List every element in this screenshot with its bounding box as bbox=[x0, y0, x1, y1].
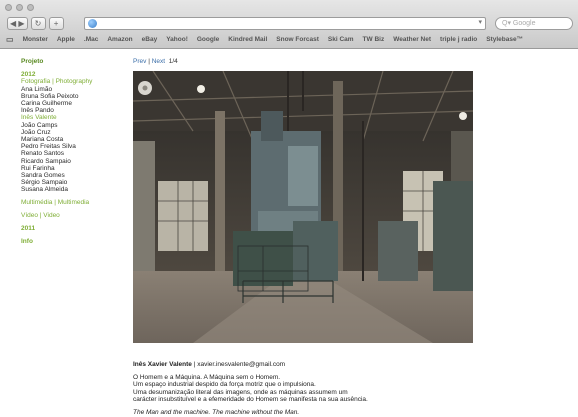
bookmark-link[interactable]: Monster bbox=[23, 36, 48, 43]
sidebar-student-link[interactable]: Carina Guilherme bbox=[21, 100, 131, 107]
bookmark-link[interactable]: triple j radio bbox=[440, 36, 477, 43]
globe-icon bbox=[88, 19, 97, 28]
back-button[interactable]: ◀ ▶ bbox=[7, 17, 28, 30]
sidebar-student-link[interactable]: João Camps bbox=[21, 122, 131, 129]
description-line: O Homem e a Máquina. A Máquina sem o Hom… bbox=[133, 373, 281, 381]
reload-button[interactable]: ↻ bbox=[30, 17, 46, 30]
close-window-button[interactable] bbox=[5, 4, 12, 11]
bookmark-link[interactable]: Amazon bbox=[107, 36, 132, 43]
sidebar-student-link[interactable]: Sandra Gomes bbox=[21, 172, 131, 179]
sidebar-info-link[interactable]: Info bbox=[21, 238, 131, 245]
address-dropdown-icon[interactable]: ▾ bbox=[478, 18, 482, 26]
zoom-window-button[interactable] bbox=[27, 4, 34, 11]
sidebar: Projeto 2012 Fotografia | Photography An… bbox=[21, 58, 131, 245]
sidebar-year-2011[interactable]: 2011 bbox=[21, 225, 131, 232]
author-name: Inês Xavier Valente bbox=[133, 361, 192, 368]
description-line: Uma desumanização literal das imagens, o… bbox=[133, 388, 348, 396]
sidebar-student-link[interactable]: Susana Almeida bbox=[21, 186, 131, 193]
bookmarks-bar: ▭ Monster Apple .Mac Amazon eBay Yahoo! Google… bbox=[6, 35, 523, 44]
sidebar-student-link[interactable]: Inês Valente bbox=[21, 114, 131, 121]
sidebar-category-photography[interactable]: Fotografia | Photography bbox=[21, 78, 131, 85]
bookmark-link[interactable]: Snow Forcast bbox=[276, 36, 319, 43]
navigation-buttons: ◀ ▶ ↻ + bbox=[7, 17, 64, 30]
bookmark-link[interactable]: eBay bbox=[142, 36, 158, 43]
sidebar-student-link[interactable]: Ricardo Sampaio bbox=[21, 158, 131, 165]
bookmark-link[interactable]: Apple bbox=[57, 36, 75, 43]
bookmark-link[interactable]: Kindred Mail bbox=[228, 36, 267, 43]
industrial-hall-photo bbox=[133, 71, 473, 343]
sidebar-student-link[interactable]: Inês Pando bbox=[21, 107, 131, 114]
sidebar-student-link[interactable]: Bruna Sofia Peixoto bbox=[21, 93, 131, 100]
minimize-window-button[interactable] bbox=[16, 4, 23, 11]
sidebar-student-link[interactable]: Ana Limão bbox=[21, 86, 131, 93]
add-bookmark-button[interactable]: + bbox=[48, 17, 64, 30]
bookmark-link[interactable]: Weather Net bbox=[393, 36, 431, 43]
bookmarks-book-icon[interactable]: ▭ bbox=[6, 35, 14, 44]
search-placeholder: Google bbox=[512, 20, 536, 27]
search-icon: Q▾ bbox=[502, 20, 511, 27]
description-portuguese: O Homem e a Máquina. A Máquina sem o Hom… bbox=[133, 374, 473, 404]
author-email[interactable]: | xavier.inesvalente@gmail.com bbox=[192, 361, 285, 368]
sidebar-category-multimedia[interactable]: Multimédia | Multimedia bbox=[21, 199, 131, 206]
description-line: Um espaço industrial despido da força mo… bbox=[133, 381, 316, 388]
bookmark-link[interactable]: Stylebase™ bbox=[486, 36, 523, 43]
page-counter: 1/4 bbox=[168, 58, 178, 65]
sidebar-student-link[interactable]: Mariana Costa bbox=[21, 136, 131, 143]
bookmark-link[interactable]: Google bbox=[197, 36, 219, 43]
sidebar-student-link[interactable]: Renato Santos bbox=[21, 150, 131, 157]
description-line: carácter insubstituível e a efemeridade … bbox=[133, 396, 368, 403]
sidebar-student-link[interactable]: Sérgio Sampaio bbox=[21, 179, 131, 186]
pager-separator: | bbox=[148, 58, 150, 65]
address-bar[interactable]: ▾ bbox=[84, 17, 486, 30]
window-controls bbox=[5, 4, 34, 11]
bookmark-link[interactable]: .Mac bbox=[84, 36, 98, 43]
bookmark-link[interactable]: Ski Cam bbox=[328, 36, 354, 43]
photo-caption: Inês Xavier Valente | xavier.inesvalente… bbox=[133, 361, 473, 417]
pager: Prev | Next 1/4 bbox=[133, 58, 178, 65]
bookmark-link[interactable]: TW Biz bbox=[363, 36, 385, 43]
sidebar-year-2012[interactable]: 2012 bbox=[21, 71, 131, 78]
student-list: Ana Limão Bruna Sofia Peixoto Carina Guilh… bbox=[21, 86, 131, 194]
sidebar-student-link[interactable]: Pedro Freitas Silva bbox=[21, 143, 131, 150]
description-english: The Man and the machine. The machine wit… bbox=[133, 408, 300, 416]
sidebar-category-video[interactable]: Vídeo | Video bbox=[21, 212, 131, 219]
next-link[interactable]: Next bbox=[152, 58, 165, 65]
search-input[interactable]: Q▾ Google bbox=[495, 17, 573, 30]
bookmark-link[interactable]: Yahoo! bbox=[166, 36, 188, 43]
sidebar-heading[interactable]: Projeto bbox=[21, 58, 131, 65]
prev-link[interactable]: Prev bbox=[133, 58, 146, 65]
sidebar-student-link[interactable]: João Cruz bbox=[21, 129, 131, 136]
gallery-photo[interactable] bbox=[133, 71, 473, 343]
browser-chrome: ◀ ▶ ↻ + ▾ Q▾ Google ▭ Monster Apple .Mac Am… bbox=[0, 0, 578, 49]
sidebar-student-link[interactable]: Rui Farinha bbox=[21, 165, 131, 172]
author-line: Inês Xavier Valente | xavier.inesvalente… bbox=[133, 361, 473, 369]
